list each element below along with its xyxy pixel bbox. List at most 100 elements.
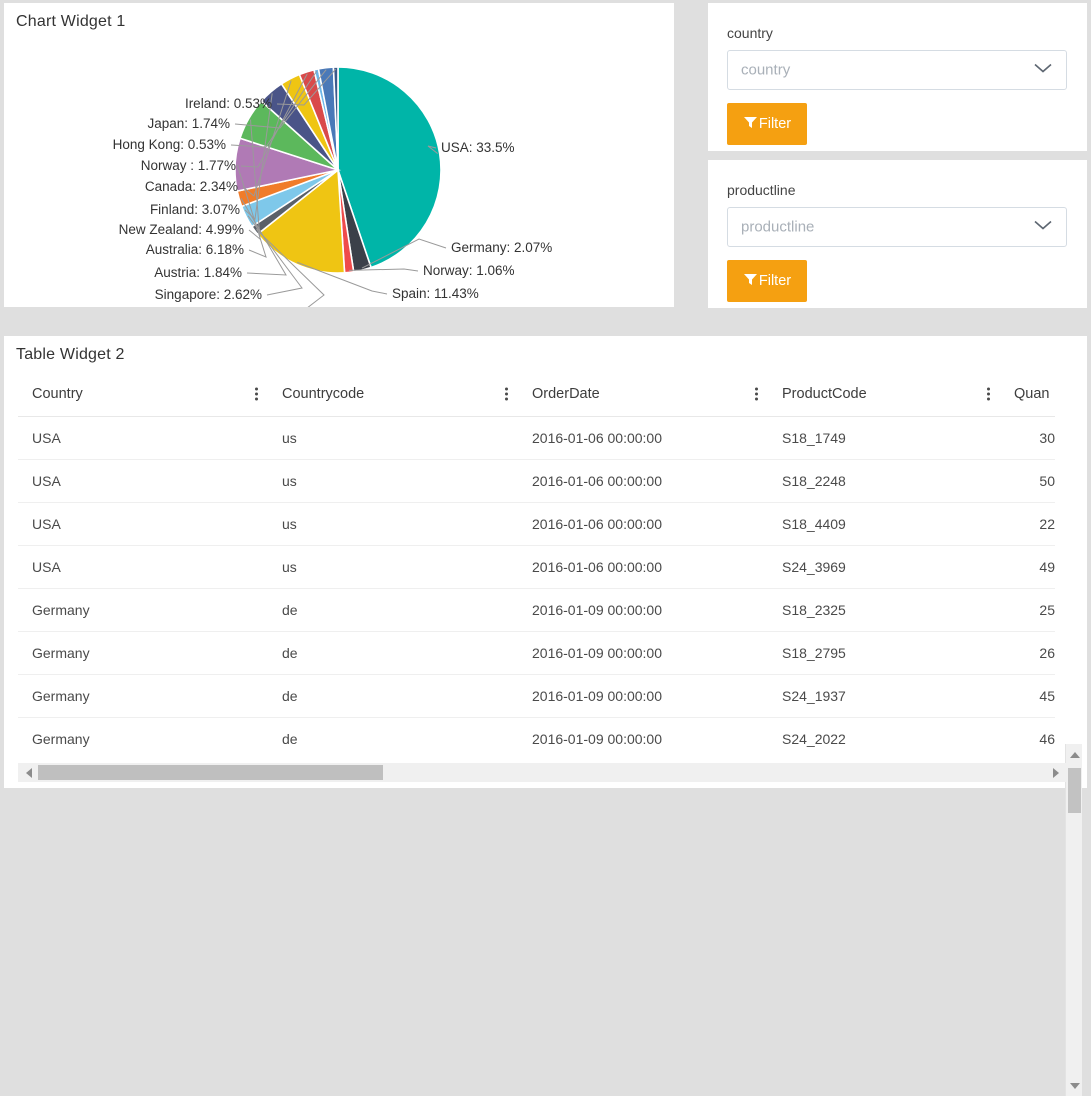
scroll-down-arrow-icon[interactable] xyxy=(1066,1077,1083,1094)
productline-filter-button[interactable]: Filter xyxy=(727,260,807,302)
table-cell: de xyxy=(268,717,518,760)
pie-chart-svg: USA: 33.5% Germany: 2.07% Norway: 1.06% Spa… xyxy=(113,66,552,307)
table-cell: USA xyxy=(18,459,268,503)
table-cell: USA xyxy=(18,502,268,546)
table-cell: 2016-01-09 00:00:00 xyxy=(518,717,768,760)
vertical-scroll-thumb[interactable] xyxy=(1068,768,1081,813)
pie-label: Germany: 2.07% xyxy=(451,240,552,255)
table-row[interactable]: Germany de 2016-01-09 00:00:00 S24_1937 45 xyxy=(18,674,1055,718)
country-select[interactable]: country xyxy=(727,50,1067,90)
table-cell: 45 xyxy=(1000,674,1055,718)
table-cell: S18_2325 xyxy=(768,588,1000,632)
table-header-quan[interactable]: Quan xyxy=(1000,372,1055,417)
pie-label: Finland: 3.07% xyxy=(150,202,240,217)
table-header-countrycode[interactable]: Countrycode xyxy=(268,372,518,417)
table-cell: S24_2022 xyxy=(768,717,1000,760)
productline-filter-button-label: Filter xyxy=(758,273,792,289)
chart-widget: Chart Widget 1 USA: 33.5% Germany: 2.07% N… xyxy=(4,3,674,307)
table-row[interactable]: USA us 2016-01-06 00:00:00 S18_2248 50 xyxy=(18,459,1055,503)
table-header-label: Country xyxy=(32,386,83,402)
table-header-label: ProductCode xyxy=(782,386,867,402)
pie-label: USA: 33.5% xyxy=(441,140,515,155)
table-cell: S18_1749 xyxy=(768,416,1000,460)
pie-label: Australia: 6.18% xyxy=(146,242,244,257)
column-menu-icon[interactable] xyxy=(755,387,758,401)
productline-select[interactable]: productline xyxy=(727,207,1067,247)
data-table: Country Countrycode OrderDate ProductCode Qu… xyxy=(18,372,1055,760)
table-cell: 46 xyxy=(1000,717,1055,760)
table-widget: Table Widget 2 Country Countrycode OrderDa… xyxy=(4,336,1087,1096)
table-cell: 2016-01-06 00:00:00 xyxy=(518,545,768,589)
table-cell: Germany xyxy=(18,717,268,760)
country-select-placeholder: country xyxy=(741,61,791,79)
country-filter-button-label: Filter xyxy=(758,116,792,132)
column-menu-icon[interactable] xyxy=(505,387,508,401)
productline-select-placeholder: productline xyxy=(741,218,815,236)
table-cell: Germany xyxy=(18,631,268,675)
table-cell: S18_2795 xyxy=(768,631,1000,675)
table-cell: 2016-01-06 00:00:00 xyxy=(518,459,768,503)
table-cell: 2016-01-06 00:00:00 xyxy=(518,502,768,546)
table-row[interactable]: USA us 2016-01-06 00:00:00 S24_3969 49 xyxy=(18,545,1055,589)
scroll-right-arrow-icon[interactable] xyxy=(1047,763,1064,782)
funnel-icon xyxy=(743,272,758,290)
pie-label: Canada: 2.34% xyxy=(145,179,238,194)
scroll-up-arrow-icon[interactable] xyxy=(1066,746,1083,763)
table-horizontal-scrollbar[interactable] xyxy=(18,763,1068,782)
table-cell: de xyxy=(268,631,518,675)
table-cell: us xyxy=(268,502,518,546)
scroll-left-arrow-icon[interactable] xyxy=(20,763,37,782)
column-menu-icon[interactable] xyxy=(987,387,990,401)
table-row[interactable]: USA us 2016-01-06 00:00:00 S18_1749 30 xyxy=(18,416,1055,460)
chevron-down-icon xyxy=(1032,218,1054,237)
pie-label: Spain: 11.43% xyxy=(392,286,479,301)
table-cell: 2016-01-09 00:00:00 xyxy=(518,631,768,675)
filter-panel-country: country country Filter xyxy=(708,3,1087,151)
pie-label: Ireland: 0.53% xyxy=(185,96,272,111)
table-cell: 26 xyxy=(1000,631,1055,675)
table-cell: 25 xyxy=(1000,588,1055,632)
filter-label-productline: productline xyxy=(727,182,796,198)
table-cell: de xyxy=(268,674,518,718)
pie-label: Singapore: 2.62% xyxy=(155,287,262,302)
table-cell: 2016-01-06 00:00:00 xyxy=(518,416,768,460)
table-row[interactable]: Germany de 2016-01-09 00:00:00 S24_2022 46 xyxy=(18,717,1055,760)
table-cell: USA xyxy=(18,416,268,460)
table-cell: 2016-01-09 00:00:00 xyxy=(518,674,768,718)
pie-label: Austria: 1.84% xyxy=(154,265,242,280)
table-row[interactable]: USA us 2016-01-06 00:00:00 S18_4409 22 xyxy=(18,502,1055,546)
table-cell: 50 xyxy=(1000,459,1055,503)
pie-label: Hong Kong: 0.53% xyxy=(113,137,226,152)
table-header-productcode[interactable]: ProductCode xyxy=(768,372,1000,417)
table-row[interactable]: Germany de 2016-01-09 00:00:00 S18_2795 26 xyxy=(18,631,1055,675)
table-cell: us xyxy=(268,545,518,589)
pie-chart: USA: 33.5% Germany: 2.07% Norway: 1.06% Spa… xyxy=(4,33,674,307)
table-header-country[interactable]: Country xyxy=(18,372,268,417)
funnel-icon xyxy=(743,115,758,133)
table-cell: Germany xyxy=(18,674,268,718)
filter-panel-productline: productline productline Filter xyxy=(708,160,1087,308)
pie-label: Japan: 1.74% xyxy=(147,116,230,131)
table-header-row: Country Countrycode OrderDate ProductCode Qu… xyxy=(18,372,1055,417)
table-vertical-scrollbar[interactable] xyxy=(1065,744,1082,1096)
column-menu-icon[interactable] xyxy=(255,387,258,401)
table-cell: 2016-01-09 00:00:00 xyxy=(518,588,768,632)
table-cell: us xyxy=(268,416,518,460)
table-cell: S24_3969 xyxy=(768,545,1000,589)
table-header-orderdate[interactable]: OrderDate xyxy=(518,372,768,417)
table-scroll-area: Country Countrycode OrderDate ProductCode Qu… xyxy=(18,372,1082,760)
table-cell: 30 xyxy=(1000,416,1055,460)
table-body: USA us 2016-01-06 00:00:00 S18_1749 30 USA us 2… xyxy=(18,416,1055,760)
table-cell: 49 xyxy=(1000,545,1055,589)
chart-widget-title: Chart Widget 1 xyxy=(16,13,126,30)
horizontal-scroll-thumb[interactable] xyxy=(38,765,383,780)
table-cell: S24_1937 xyxy=(768,674,1000,718)
table-widget-title: Table Widget 2 xyxy=(16,346,125,363)
table-cell: de xyxy=(268,588,518,632)
country-filter-button[interactable]: Filter xyxy=(727,103,807,145)
filter-label-country: country xyxy=(727,25,773,41)
table-row[interactable]: Germany de 2016-01-09 00:00:00 S18_2325 25 xyxy=(18,588,1055,632)
table-cell: Germany xyxy=(18,588,268,632)
table-cell: us xyxy=(268,459,518,503)
pie-label: New Zealand: 4.99% xyxy=(119,222,244,237)
